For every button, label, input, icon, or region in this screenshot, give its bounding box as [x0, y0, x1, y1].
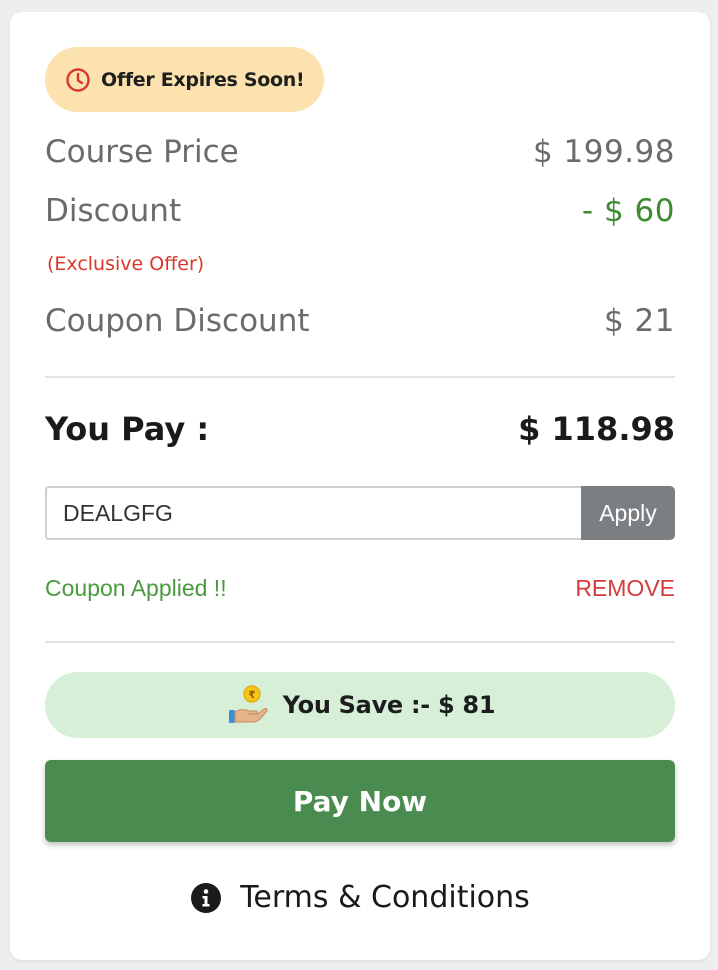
divider [45, 376, 675, 378]
you-pay-label: You Pay : [45, 410, 210, 448]
you-save-banner: ₹ You Save :- $ 81 [45, 672, 675, 738]
checkout-card: Offer Expires Soon! Course Price $ 199.9… [10, 12, 710, 960]
offer-expires-badge: Offer Expires Soon! [45, 47, 325, 112]
you-pay-value: $ 118.98 [518, 410, 675, 448]
course-price-label: Course Price [45, 134, 239, 170]
remove-coupon-link[interactable]: REMOVE [575, 575, 675, 602]
course-price-value: $ 199.98 [532, 134, 675, 170]
coupon-discount-value: $ 21 [603, 303, 675, 339]
discount-label: Discount [45, 193, 182, 229]
course-price-row: Course Price $ 199.98 [45, 134, 675, 170]
discount-value: - $ 60 [581, 193, 675, 229]
coupon-discount-row: Coupon Discount $ 21 [45, 303, 675, 339]
coupon-form: Apply [45, 486, 675, 540]
coupon-applied-text: Coupon Applied !! [45, 575, 227, 601]
apply-coupon-button[interactable]: Apply [581, 486, 675, 540]
coupon-status-row: Coupon Applied !! REMOVE [45, 575, 675, 602]
svg-text:₹: ₹ [248, 690, 255, 701]
offer-expires-text: Offer Expires Soon! [101, 68, 305, 91]
clock-icon [65, 67, 91, 93]
you-pay-row: You Pay : $ 118.98 [45, 410, 675, 448]
divider [45, 641, 675, 643]
you-save-text: You Save :- $ 81 [282, 691, 496, 719]
terms-label: Terms & Conditions [240, 880, 530, 915]
pay-now-button[interactable]: Pay Now [45, 760, 675, 842]
info-icon [190, 882, 222, 914]
terms-and-conditions-link[interactable]: Terms & Conditions [10, 880, 710, 915]
coupon-code-input[interactable] [45, 486, 581, 540]
hand-coin-icon: ₹ [225, 683, 269, 727]
discount-row: Discount - $ 60 [45, 193, 675, 229]
coupon-discount-label: Coupon Discount [45, 303, 310, 339]
exclusive-offer-note: (Exclusive Offer) [47, 253, 205, 275]
